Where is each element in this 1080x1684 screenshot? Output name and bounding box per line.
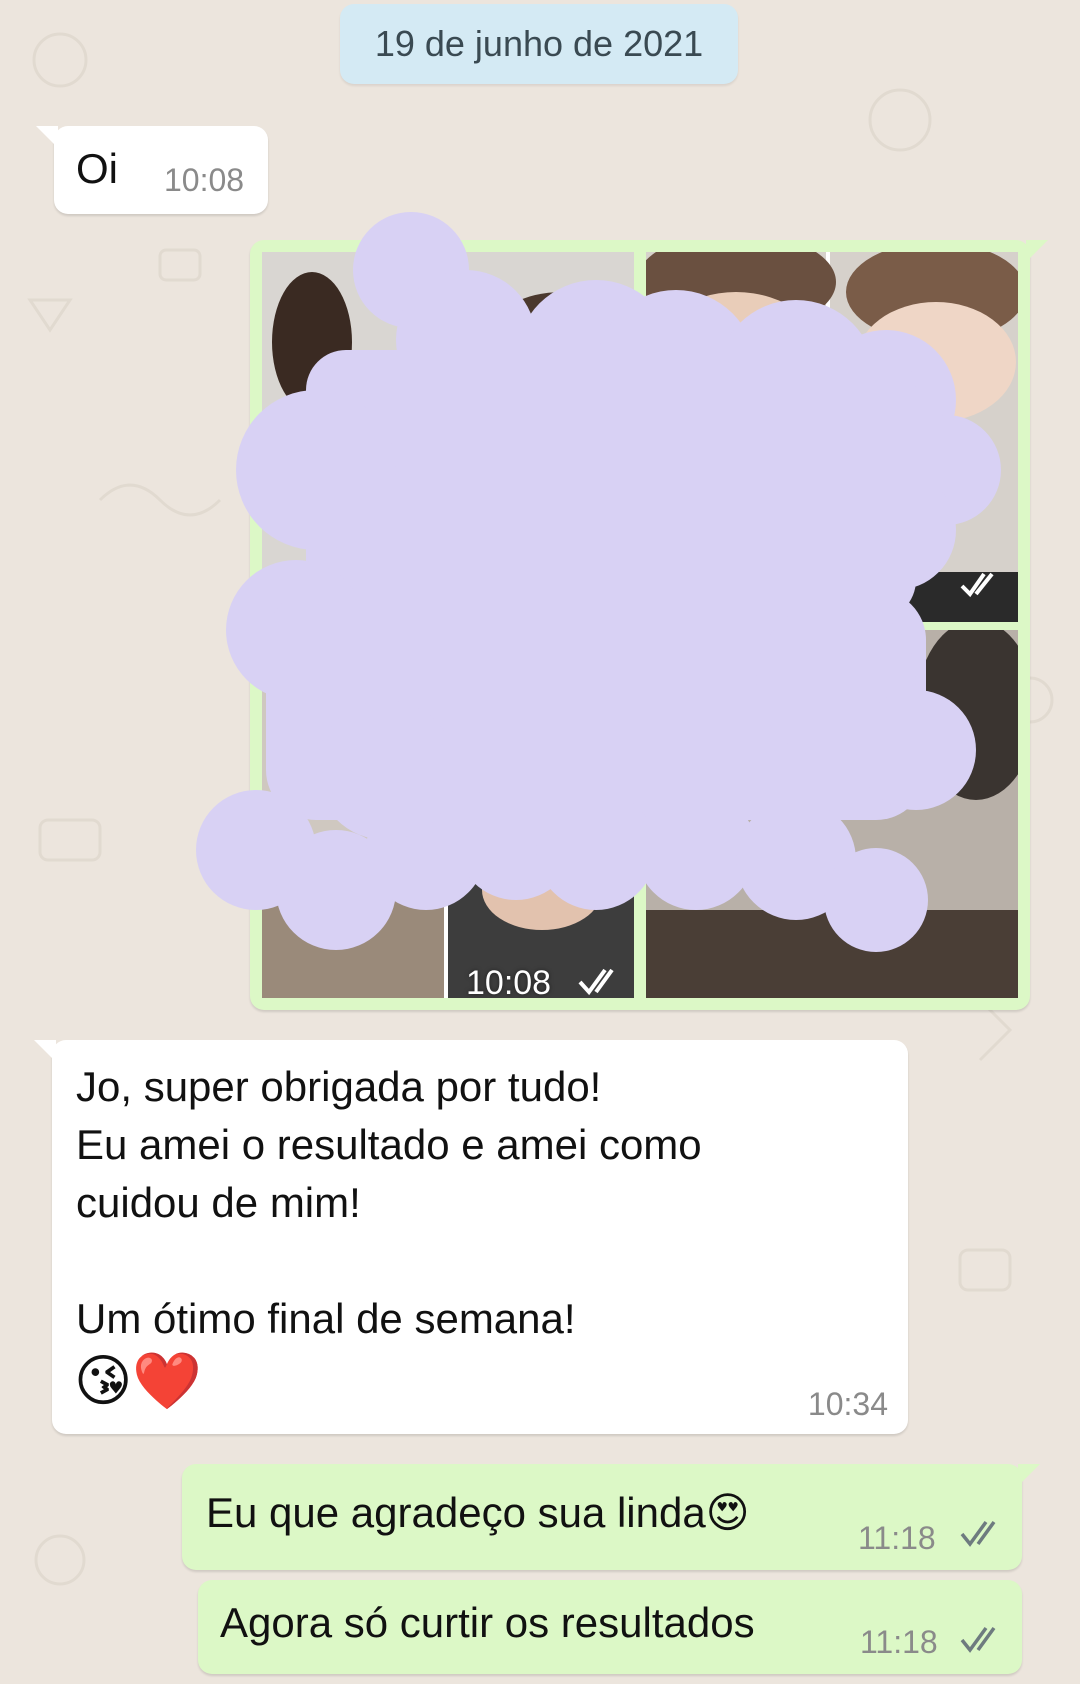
message-text-line: cuidou de mim! [76,1179,361,1226]
photo-album-grid[interactable]: 10:08 [196,212,1018,1002]
message-text: Eu que agradeço sua linda😍 [206,1489,750,1536]
message-bubble-incoming[interactable]: Jo, super obrigada por tudo! Eu amei o r… [34,1040,908,1434]
message-text: Agora só curtir os resultados [220,1599,755,1646]
message-time: 11:18 [858,1520,936,1556]
message-bubble-incoming[interactable]: Oi 10:08 [36,126,268,214]
message-emoji: 😘❤️ [74,1349,203,1412]
message-text-line: Eu amei o resultado e amei como [76,1121,702,1168]
photo-album-time: 10:08 [466,964,552,1002]
message-time: 10:34 [807,1386,888,1422]
message-text: Oi [76,145,118,192]
message-text-line: Jo, super obrigada por tudo! [76,1063,602,1110]
message-bubble-outgoing[interactable]: Eu que agradeço sua linda😍 11:18 [182,1464,1040,1570]
message-bubble-outgoing[interactable]: Agora só curtir os resultados 11:18 [198,1580,1022,1674]
message-time: 10:08 [164,162,245,198]
read-ticks-icon [578,968,614,996]
read-ticks-icon [960,1626,996,1653]
message-text-line: Um ótimo final de semana! [76,1295,576,1342]
read-ticks-icon [960,1520,996,1547]
date-chip: 19 de junho de 2021 [340,4,738,84]
message-time: 11:18 [860,1624,938,1660]
redaction-scribble [196,212,1001,952]
